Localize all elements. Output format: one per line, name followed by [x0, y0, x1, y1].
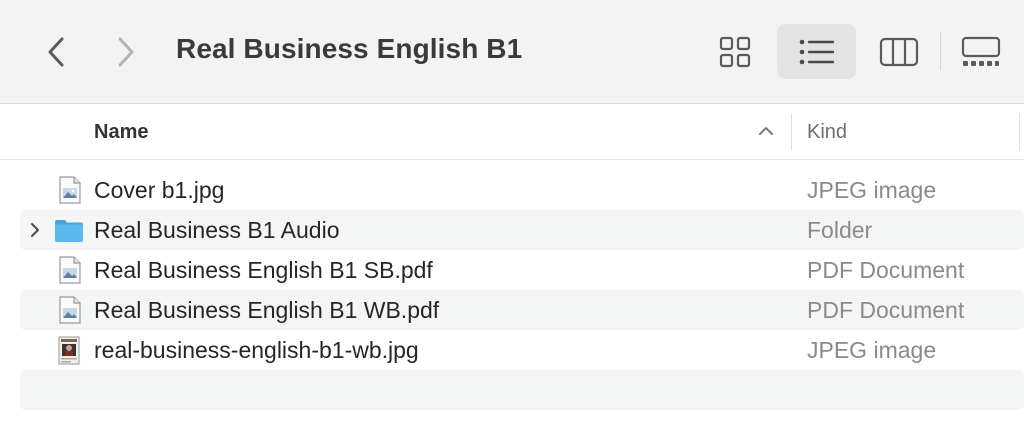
kind-column-header[interactable]: Kind [807, 121, 847, 144]
column-divider[interactable] [791, 114, 792, 150]
empty-row [20, 370, 1024, 410]
file-name: Real Business English B1 SB.pdf [94, 257, 433, 283]
list-view-button[interactable] [777, 24, 856, 79]
file-name: Real Business English B1 WB.pdf [94, 297, 440, 323]
folder-icon [55, 220, 83, 242]
gallery-view-button[interactable] [950, 24, 1012, 79]
file-kind: PDF Document [807, 257, 965, 283]
file-row[interactable]: Real Business English B1 WB.pdf PDF Docu… [20, 290, 1024, 330]
chevron-right-icon [118, 37, 134, 67]
file-row[interactable]: real-business-english-b1-wb.jpg JPEG ima… [20, 330, 1024, 370]
file-name: Cover b1.jpg [94, 177, 225, 203]
file-kind: JPEG image [807, 337, 937, 363]
file-kind: PDF Document [807, 297, 965, 323]
icon-view-button[interactable] [706, 24, 764, 79]
disclosure-triangle-icon[interactable] [28, 222, 42, 238]
image-file-icon [59, 176, 81, 204]
column-header: Name Kind [0, 104, 1024, 160]
name-column-header[interactable]: Name [94, 121, 148, 144]
toolbar: Real Business English B1 [0, 0, 1024, 104]
gallery-icon [961, 36, 1001, 66]
back-button[interactable] [36, 30, 76, 74]
file-name: real-business-english-b1-wb.jpg [94, 337, 419, 363]
forward-button[interactable] [106, 30, 146, 74]
columns-icon [879, 37, 919, 66]
file-list: Cover b1.jpg JPEG image Real Business B1… [20, 170, 1024, 410]
pdf-file-icon [59, 256, 81, 284]
file-kind: Folder [807, 217, 873, 243]
column-divider[interactable] [1019, 114, 1020, 150]
sort-ascending-icon[interactable] [758, 126, 774, 136]
column-view-button[interactable] [866, 24, 932, 79]
pdf-file-icon [59, 296, 81, 324]
file-kind: JPEG image [807, 177, 937, 203]
list-icon [799, 39, 834, 64]
image-thumbnail-icon [58, 336, 80, 365]
folder-row[interactable]: Real Business B1 Audio Folder [20, 210, 1024, 250]
file-row[interactable]: Cover b1.jpg JPEG image [20, 170, 1024, 210]
window-title: Real Business English B1 [176, 33, 523, 64]
toolbar-divider [940, 32, 941, 70]
file-row[interactable]: Real Business English B1 SB.pdf PDF Docu… [20, 250, 1024, 290]
grid-icon [719, 36, 751, 67]
file-name: Real Business B1 Audio [94, 217, 340, 243]
chevron-left-icon [48, 37, 64, 67]
